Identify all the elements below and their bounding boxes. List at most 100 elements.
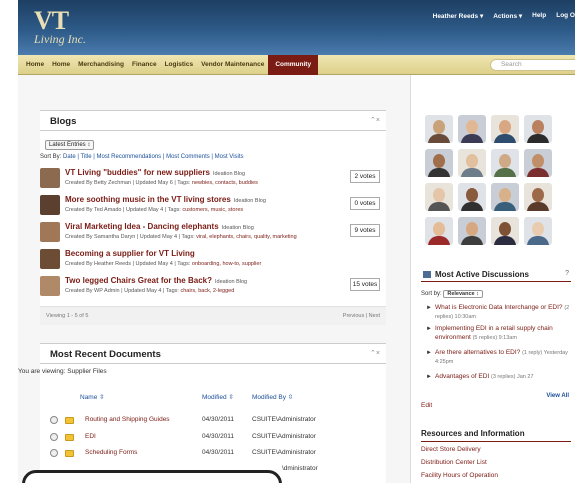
discussion-item[interactable]: ► What is Electronic Data Interchange or … [426, 304, 575, 321]
main-content: Blogs ⌃× Latest Entries ↕ Sort By: Date … [18, 75, 410, 483]
folder-icon [65, 433, 74, 441]
nav-merchandising[interactable]: Merchandising [74, 55, 128, 75]
author-avatar[interactable] [40, 222, 60, 242]
resource-link[interactable]: Facility Hours of Operation [421, 472, 498, 479]
vote-button[interactable]: 0 votes [350, 197, 380, 210]
member-avatar[interactable] [425, 149, 453, 177]
table-row[interactable]: EDI 04/30/2011 CSUITE\Administrator [40, 432, 386, 447]
author-avatar[interactable] [40, 249, 60, 269]
user-menu[interactable]: Heather Reeds ▾ [433, 12, 484, 20]
row-select-radio[interactable] [50, 449, 58, 457]
member-avatar[interactable] [458, 149, 486, 177]
blog-tags[interactable]: chairs, back, 2-legged [180, 288, 234, 294]
nav-finance[interactable]: Finance [128, 55, 161, 75]
sort-label: Sort By: [40, 154, 62, 160]
search-placeholder: Search [501, 61, 522, 68]
blog-title-text: Viral Marketing Idea - Dancing elephants [65, 222, 219, 231]
col-name[interactable]: Name ⇳ [80, 393, 105, 401]
author-avatar[interactable] [40, 195, 60, 215]
doc-modified: 04/30/2011 [202, 449, 235, 456]
doc-name[interactable]: EDI [85, 433, 96, 440]
divider [40, 130, 386, 131]
help-icon[interactable]: ? [565, 270, 569, 277]
member-avatar[interactable] [491, 217, 519, 245]
sort-links[interactable]: Date | Title | Most Recommendations | Mo… [63, 154, 244, 160]
actions-menu[interactable]: Actions ▾ [493, 12, 522, 20]
nav-vendor-maintenance[interactable]: Vendor Maintenance [197, 55, 268, 75]
table-row[interactable]: Routing and Shipping Guides 04/30/2011 CSU… [40, 416, 386, 430]
company-logo[interactable]: VT Living Inc. [34, 6, 86, 47]
nav-items: Home Home Merchandising Finance Logistic… [22, 55, 319, 75]
member-avatar[interactable] [524, 115, 552, 143]
blog-meta: Created By WP Admin | Updated May 4 | Ta… [65, 288, 234, 294]
member-avatar[interactable] [524, 149, 552, 177]
logout-link[interactable]: Log O [556, 12, 575, 20]
blog-filter-select[interactable]: Latest Entries ↕ [45, 140, 95, 150]
blog-entry: Viral Marketing Idea - Dancing elephants… [40, 222, 386, 248]
member-avatar[interactable] [425, 115, 453, 143]
vote-button[interactable]: 2 votes [350, 170, 380, 183]
member-avatar[interactable] [491, 149, 519, 177]
nav-community[interactable]: Community [268, 55, 319, 75]
nav-logistics[interactable]: Logistics [161, 55, 198, 75]
member-avatar[interactable] [458, 115, 486, 143]
doc-modified-by: CSUITE\Administrator [252, 432, 316, 440]
discussion-title[interactable]: What is Electronic Data Interchange or E… [435, 304, 563, 311]
member-avatar[interactable] [524, 183, 552, 211]
blog-title-text: VT Living "buddies" for new suppliers [65, 168, 210, 177]
bullet-arrow-icon: ► [426, 305, 432, 311]
member-avatar[interactable] [458, 183, 486, 211]
folder-icon [65, 417, 74, 424]
discussion-item[interactable]: ► Advantages of EDI (3 replies) Jan 27 [426, 373, 575, 382]
discussion-item[interactable]: ► Are there alternatives to EDI? (1 reply… [426, 349, 575, 366]
relevance-select[interactable]: Relevance ↕ [443, 290, 483, 298]
member-avatar[interactable] [524, 217, 552, 245]
col-modified-by[interactable]: Modified By ⇳ [252, 393, 293, 401]
search-input[interactable]: Search [490, 59, 575, 71]
collapse-icon[interactable]: ⌃× [370, 349, 380, 357]
discussion-title[interactable]: Are there alternatives to EDI? [435, 349, 520, 356]
pager-nav[interactable]: Previous | Next [343, 313, 380, 319]
discussion-meta: (5 replies) 9:13am [472, 334, 517, 341]
view-all-link[interactable]: View All [546, 393, 569, 399]
help-link[interactable]: Help [532, 12, 546, 20]
resource-link[interactable]: Direct Store Delivery [421, 446, 481, 453]
blog-meta: Created By Betty Zechman | Updated May 6… [65, 180, 258, 186]
author-avatar[interactable] [40, 168, 60, 188]
blog-title[interactable]: Two legged Chairs Great for the Back? Ide… [65, 276, 247, 285]
discussion-item[interactable]: ► Implementing EDI in a retail supply cha… [426, 325, 575, 342]
blog-title[interactable]: Viral Marketing Idea - Dancing elephants… [65, 222, 254, 231]
nav-home-2[interactable]: Home [48, 55, 74, 75]
vote-button[interactable]: 15 votes [350, 278, 380, 291]
blog-tags[interactable]: customers, music, stores [182, 207, 243, 213]
member-avatar[interactable] [491, 115, 519, 143]
blog-title[interactable]: More soothing music in the VT living sto… [65, 195, 266, 204]
member-avatar[interactable] [425, 217, 453, 245]
row-select-radio[interactable] [50, 416, 58, 424]
row-select-radio[interactable] [50, 432, 58, 441]
edit-link[interactable]: Edit [421, 402, 432, 409]
collapse-icon[interactable]: ⌃× [370, 116, 380, 124]
member-avatar[interactable] [491, 183, 519, 211]
blog-tags[interactable]: viral, elephants, chairs, quality, marke… [196, 234, 296, 240]
doc-name[interactable]: Scheduling Forms [85, 449, 137, 456]
table-row[interactable]: Scheduling Forms 04/30/2011 CSUITE\Adminis… [40, 449, 386, 463]
nav-home[interactable]: Home [22, 55, 48, 75]
member-avatar[interactable] [425, 183, 453, 211]
doc-modified-by: \dministrator [282, 465, 318, 472]
author-avatar[interactable] [40, 276, 60, 296]
member-avatar[interactable] [458, 217, 486, 245]
blog-title[interactable]: VT Living "buddies" for new suppliers Ide… [65, 168, 245, 177]
blog-entry: Two legged Chairs Great for the Back? Ide… [40, 276, 386, 302]
blog-tags[interactable]: onboarding, how-to, supplier [192, 261, 261, 267]
blog-title[interactable]: Becoming a supplier for VT Living [65, 249, 195, 258]
bullet-arrow-icon: ► [426, 350, 432, 356]
resource-link[interactable]: Distribution Center List [421, 459, 487, 466]
vote-button[interactable]: 9 votes [350, 224, 380, 237]
pager-count: Viewing 1 - 5 of 5 [46, 313, 89, 319]
discussion-title[interactable]: Advantages of EDI [435, 373, 489, 380]
doc-name[interactable]: Routing and Shipping Guides [85, 416, 170, 423]
sort-label: Sort by: [421, 291, 442, 297]
col-modified[interactable]: Modified ⇳ [202, 393, 234, 401]
blog-tags[interactable]: newbies, contacts, buddies [192, 180, 258, 186]
